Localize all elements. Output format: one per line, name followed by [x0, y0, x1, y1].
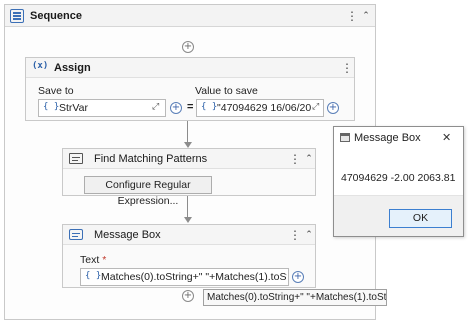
- assign-variable-icon: (x): [32, 61, 49, 71]
- value-to-save-value: "47094629 16/06/2023: [217, 102, 311, 114]
- save-to-field[interactable]: { } StrVar ⤢: [38, 99, 166, 117]
- text-label: Text: [80, 254, 100, 266]
- connector-line: [187, 121, 188, 143]
- assign-header[interactable]: (x) Assign ⋮: [26, 58, 354, 78]
- save-to-add-icon[interactable]: +: [170, 102, 182, 114]
- message-box-window: Message Box ✕ 47094629 -2.00 2063.81 OK: [333, 126, 464, 237]
- find-patterns-collapse-icon[interactable]: ⌃: [303, 152, 315, 166]
- assign-title: Assign: [54, 62, 91, 74]
- sequence-collapse-icon[interactable]: ⌃: [360, 9, 372, 23]
- sequence-header[interactable]: Sequence ⋮ ⌃: [5, 5, 375, 27]
- value-to-save-label: Value to save: [195, 85, 258, 97]
- message-box-text: 47094629 -2.00 2063.81: [341, 172, 456, 184]
- message-box-activity-icon: [69, 229, 83, 240]
- message-box-header[interactable]: Message Box ⋮ ⌃: [63, 225, 315, 245]
- expand-editor-icon[interactable]: ⤢: [312, 102, 319, 112]
- expand-editor-icon[interactable]: ⤢: [152, 102, 159, 112]
- required-mark: *: [102, 254, 107, 266]
- assign-activity[interactable]: (x) Assign ⋮ Save to Value to save { } S…: [25, 57, 355, 121]
- save-to-label: Save to: [38, 85, 74, 97]
- expression-braces-icon: { }: [201, 102, 218, 112]
- sequence-container: Sequence ⋮ ⌃ + (x) Assign ⋮ Save to Valu…: [4, 4, 376, 320]
- text-field[interactable]: { } Matches(0).toString+" "+Matches(1).t…: [80, 268, 289, 286]
- find-patterns-icon: [69, 153, 83, 164]
- window-app-icon: [340, 133, 350, 142]
- find-patterns-header[interactable]: Find Matching Patterns ⋮ ⌃: [63, 149, 315, 169]
- close-icon[interactable]: ✕: [442, 131, 451, 144]
- save-to-value: StrVar: [59, 102, 88, 114]
- message-box-collapse-icon[interactable]: ⌃: [303, 228, 315, 242]
- message-box-activity-title: Message Box: [94, 229, 161, 241]
- add-activity-bottom-icon[interactable]: +: [182, 290, 194, 302]
- ok-button[interactable]: OK: [389, 209, 452, 228]
- connector-line: [187, 196, 188, 218]
- message-box-activity[interactable]: Message Box ⋮ ⌃ Text * { } Matches(0).to…: [62, 224, 316, 288]
- value-to-save-field[interactable]: { } "47094629 16/06/2023 ⤢: [196, 99, 324, 117]
- sequence-more-options-icon[interactable]: ⋮: [346, 9, 358, 23]
- expression-braces-icon: { }: [43, 102, 60, 112]
- sequence-title: Sequence: [30, 10, 82, 22]
- add-activity-top-icon[interactable]: +: [182, 41, 194, 53]
- expression-tooltip: Matches(0).toString+" "+Matches(1).toStr…: [203, 289, 387, 306]
- assign-more-options-icon[interactable]: ⋮: [341, 61, 353, 75]
- message-box-titlebar[interactable]: Message Box ✕: [334, 127, 463, 149]
- sequence-icon: [10, 9, 24, 23]
- equals-sign: =: [187, 101, 194, 113]
- message-box-more-options-icon[interactable]: ⋮: [289, 228, 301, 242]
- message-box-window-title: Message Box: [354, 132, 421, 144]
- configure-regex-button[interactable]: Configure Regular Expression...: [84, 176, 212, 207]
- find-patterns-title: Find Matching Patterns: [94, 153, 208, 165]
- connector-arrow-icon: [184, 217, 192, 223]
- text-value: Matches(0).toString+" "+Matches(1).toStr…: [101, 271, 287, 283]
- find-patterns-more-options-icon[interactable]: ⋮: [289, 152, 301, 166]
- value-to-save-add-icon[interactable]: +: [327, 102, 339, 114]
- text-property-label: Text *: [80, 254, 106, 266]
- find-matching-patterns-activity[interactable]: Find Matching Patterns ⋮ ⌃ Configure Reg…: [62, 148, 316, 207]
- text-add-icon[interactable]: +: [292, 271, 304, 283]
- expression-braces-icon: { }: [85, 271, 102, 281]
